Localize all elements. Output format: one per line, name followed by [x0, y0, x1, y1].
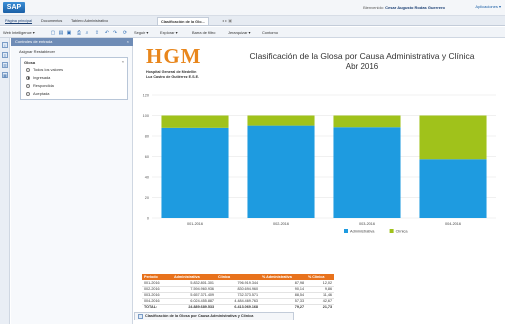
tab-home[interactable]: Página principal: [2, 17, 35, 25]
main-toolbar: Web Intelligence ▾ ▢ ▤ ▣ ⎙ ⌕ ⇪ ↶ ↷ ⟳ Seg…: [0, 27, 505, 38]
legend-swatch: [389, 229, 394, 233]
data-icon[interactable]: ▦: [2, 72, 8, 78]
panel-header: Controles de entrada: [11, 38, 133, 46]
input-controls-icon[interactable]: ☰: [2, 62, 8, 68]
radio-label: Ingresada: [33, 75, 51, 80]
close-icon[interactable]: ×: [127, 38, 129, 46]
top-header: SAP Bienvenido: Cesar Augusto Rodas Guer…: [0, 0, 505, 16]
y-tick-label: 60: [145, 155, 149, 159]
x-tick-label: 004-2016: [445, 222, 461, 226]
radio-option[interactable]: Ingresada: [26, 75, 50, 80]
y-tick-label: 120: [143, 93, 149, 97]
web-intelligence-menu[interactable]: Web Intelligence ▾: [3, 30, 35, 35]
cell: TOTAL:: [144, 305, 158, 310]
x-tick-label: 001-2016: [187, 222, 203, 226]
summary-table: Periodo Administrativa Clínica % Adminis…: [142, 274, 334, 310]
undo-icon[interactable]: ↶: [104, 30, 110, 36]
welcome-text: Bienvenido: Cesar Augusto Rodas Guerrero: [363, 5, 445, 10]
tab-documents[interactable]: Documentos: [38, 17, 65, 25]
legend-label: Clínica: [396, 229, 409, 234]
x-tick-label: 002-2016: [273, 222, 289, 226]
radio-label: Respondida: [33, 83, 54, 88]
sap-logo: SAP: [3, 2, 25, 13]
report-canvas: HGM Hospital General de Medellín Luz Cas…: [134, 38, 505, 324]
user-name: Cesar Augusto Rodas Guerrero: [385, 5, 445, 10]
report-tab-label: Clasificación de la Glosa por Causa Admi…: [145, 314, 254, 318]
applications-menu[interactable]: Aplicaciones ▾: [475, 4, 501, 9]
print-icon[interactable]: ⎙: [76, 30, 82, 36]
save-icon[interactable]: ▣: [66, 30, 72, 36]
report-subtitle: Abr 2016: [345, 62, 379, 71]
open-folder-icon[interactable]: ▤: [58, 30, 64, 36]
y-tick-label: 0: [147, 216, 149, 220]
y-tick-label: 20: [145, 196, 149, 200]
radio-option[interactable]: Todos los valores: [26, 67, 63, 72]
input-controls-panel: Controles de entrada × Asignar Restablec…: [11, 38, 133, 324]
outline-button[interactable]: Jerarquizar ▾: [228, 30, 251, 35]
export-icon[interactable]: ⇪: [94, 30, 100, 36]
bar-segment: [247, 115, 315, 126]
navigation-map-icon[interactable]: ≡: [2, 52, 8, 58]
refresh-icon[interactable]: ⟳: [122, 30, 128, 36]
x-tick-label: 003-2016: [359, 222, 375, 226]
radio-icon[interactable]: [26, 67, 30, 72]
radio-option[interactable]: Aceptada: [26, 91, 49, 96]
welcome-prefix: Bienvenido:: [363, 5, 384, 10]
new-document-icon[interactable]: ▢: [50, 30, 56, 36]
cell: 6.413.069.168: [234, 305, 258, 310]
panel-actions[interactable]: Asignar Restablecer: [19, 49, 55, 54]
panel-title: Controles de entrada: [15, 39, 53, 44]
glosa-filter: Glosa « Todos los valores Ingresada Resp…: [20, 57, 128, 100]
track-button[interactable]: Seguir ▾: [134, 30, 148, 35]
org-subname: Luz Castro de Gutiérrez E.S.E.: [146, 75, 200, 79]
report-tab[interactable]: Clasificación de la Glosa por Causa Admi…: [134, 312, 294, 320]
bar-segment: [161, 127, 229, 218]
document-tab-bar: Página principal Documentos Tablero Admi…: [0, 16, 505, 26]
cell: 79,27: [294, 305, 304, 310]
radio-label: Todos los valores: [33, 67, 64, 72]
legend-label: Administrativa: [350, 229, 375, 234]
glosa-filter-title: Glosa: [24, 60, 36, 65]
tab-controls[interactable]: ◂ ▸ ▣: [222, 18, 232, 23]
report-title: Clasificación de la Glosa por Causa Admi…: [249, 51, 475, 61]
document-summary-icon[interactable]: i: [2, 42, 8, 48]
cell: 21,73: [322, 305, 332, 310]
stacked-bar-chart: 120 100 80 60 40 20 0 001-2016 002-2016 003-2016 0…: [143, 93, 496, 234]
radio-option[interactable]: Respondida: [26, 83, 54, 88]
y-tick-label: 100: [143, 114, 149, 118]
bar-segment: [247, 125, 315, 218]
hospital-logo: HGM: [146, 44, 202, 68]
bar-segment: [333, 127, 401, 218]
y-tick-label: 40: [145, 175, 149, 179]
bar-segment: [419, 115, 487, 160]
y-tick-label: 80: [145, 134, 149, 138]
org-name: Hospital General de Medellín: [146, 70, 197, 74]
collapse-icon[interactable]: «: [122, 59, 124, 64]
legend-swatch: [344, 229, 348, 233]
table-total-row: TOTAL: 24.889.689.533 6.413.069.168 79,2…: [142, 304, 334, 310]
radio-label: Aceptada: [33, 91, 50, 96]
radio-selected-icon[interactable]: [26, 75, 30, 80]
contour-button[interactable]: Contorno: [262, 30, 278, 35]
redo-icon[interactable]: ↷: [112, 30, 118, 36]
tab-active-document[interactable]: Clasificación de la Glo...: [157, 17, 209, 25]
bar-segment: [333, 115, 401, 128]
bar-segment: [419, 159, 487, 218]
find-icon[interactable]: ⌕: [84, 30, 90, 36]
tab-admin-board[interactable]: Tablero Administrativo: [68, 17, 111, 25]
left-icon-strip: i ≡ ☰ ▦: [0, 38, 10, 324]
cell: 24.889.689.533: [188, 305, 214, 310]
explore-button[interactable]: Explorar ▾: [160, 30, 178, 35]
radio-icon[interactable]: [26, 91, 30, 96]
radio-icon[interactable]: [26, 83, 30, 88]
bar-segment: [161, 115, 229, 128]
filter-bar-button[interactable]: Barra de filtro: [192, 30, 215, 35]
report-tab-icon: [138, 314, 143, 319]
